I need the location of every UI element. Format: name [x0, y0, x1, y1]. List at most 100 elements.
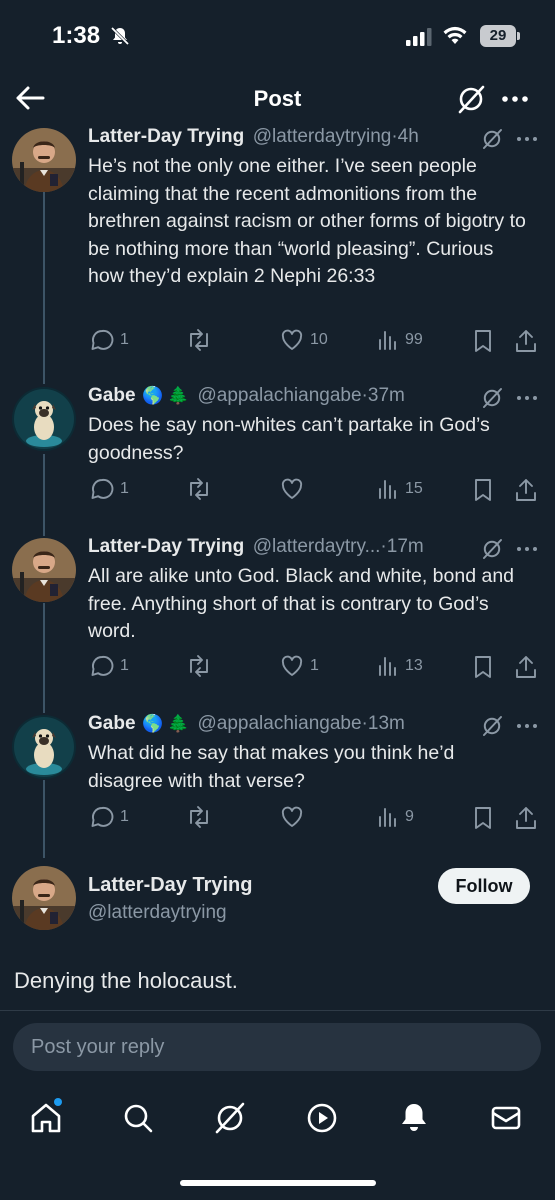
share-icon[interactable] [514, 805, 538, 831]
avatar[interactable] [12, 866, 76, 930]
reply-button[interactable]: 1 [90, 328, 129, 352]
post-text: He’s not the only one either. I’ve seen … [88, 155, 526, 287]
reply-count: 1 [120, 480, 129, 497]
grok-icon[interactable] [456, 84, 486, 114]
views-button[interactable]: 15 [377, 477, 423, 501]
wifi-icon [443, 26, 467, 44]
views-button[interactable]: 9 [377, 805, 414, 829]
bookmark-icon[interactable] [472, 477, 494, 503]
follow-button[interactable]: Follow [438, 868, 530, 904]
author-handle: @latterdaytrying [88, 902, 227, 923]
cellular-signal-icon [406, 28, 432, 46]
search-icon [124, 1104, 153, 1133]
reply-icon [91, 655, 114, 676]
tab-search[interactable] [120, 1100, 156, 1136]
new-content-dot [54, 1098, 62, 1106]
post-header: Gabe 🌎 🌲 @appalachiangabe·13m [88, 713, 405, 734]
post-time: 13m [367, 713, 405, 734]
bell-off-icon [110, 26, 130, 46]
repost-button[interactable] [186, 654, 212, 678]
author-handle: @appalachiangabe [197, 713, 362, 734]
top-nav-bar: Post [0, 72, 555, 124]
author-name[interactable]: Latter-Day Trying [88, 874, 252, 897]
battery-indicator: 29 [480, 25, 520, 47]
share-icon[interactable] [514, 477, 538, 503]
like-button[interactable] [280, 805, 304, 829]
post-time: 4h [397, 126, 419, 147]
avatar-dog-icon [12, 387, 76, 451]
share-icon[interactable] [514, 654, 538, 680]
reply-button[interactable]: 1 [90, 477, 129, 501]
avatar[interactable] [12, 715, 76, 779]
more-options-icon[interactable] [515, 715, 539, 737]
grok-icon[interactable] [481, 538, 503, 560]
post-text: All are alike unto God. Black and white,… [88, 565, 515, 642]
avatar-portrait-icon [12, 866, 76, 930]
author-handle: @appalachiangabe [197, 385, 362, 406]
author-name[interactable]: Gabe [88, 713, 136, 734]
post-actions: 1 1 13 [0, 654, 555, 682]
avatar[interactable] [12, 128, 76, 192]
more-options-icon[interactable] [515, 538, 539, 560]
reply-count: 1 [120, 331, 129, 348]
views-button[interactable]: 99 [377, 328, 423, 352]
reply-bar: Post your reply [0, 1010, 555, 1092]
views-icon [379, 808, 396, 827]
post-text: What did he say that makes you think he’… [88, 742, 455, 792]
views-count: 9 [405, 808, 414, 825]
repost-icon [190, 329, 208, 351]
tab-video[interactable] [304, 1100, 340, 1136]
more-options-icon[interactable] [500, 84, 530, 114]
post-header: Latter-Day Trying @latterdaytrying·4h [88, 126, 419, 147]
author-name[interactable]: Latter-Day Trying [88, 126, 244, 147]
home-indicator [180, 1180, 376, 1186]
post-actions: 1 9 [0, 805, 555, 833]
reply-button[interactable]: 1 [90, 805, 129, 829]
avatar-portrait-icon [12, 128, 76, 192]
bookmark-icon[interactable] [472, 328, 494, 354]
post-time: 37m [367, 385, 405, 406]
author-name[interactable]: Gabe [88, 385, 136, 406]
more-options-icon[interactable] [515, 128, 539, 150]
grok-icon[interactable] [481, 128, 503, 150]
avatar[interactable] [12, 387, 76, 451]
more-options-icon[interactable] [515, 387, 539, 409]
reply-button[interactable]: 1 [90, 654, 129, 678]
author-name[interactable]: Latter-Day Trying [88, 536, 244, 557]
tab-notifications[interactable] [396, 1100, 432, 1136]
tab-grok[interactable] [212, 1100, 248, 1136]
like-button[interactable] [280, 477, 304, 501]
avatar-dog-icon [12, 715, 76, 779]
views-icon [379, 331, 396, 350]
reply-input[interactable]: Post your reply [13, 1023, 541, 1071]
bookmark-icon[interactable] [472, 654, 494, 680]
avatar[interactable] [12, 538, 76, 602]
views-button[interactable]: 13 [377, 654, 423, 678]
like-button[interactable]: 1 [280, 654, 319, 678]
post-header: Latter-Day Trying @latterdaytry...·17m [88, 536, 424, 557]
grok-icon[interactable] [481, 387, 503, 409]
views-icon [379, 480, 396, 499]
like-button[interactable]: 10 [280, 328, 328, 352]
reply-icon [91, 329, 114, 350]
heart-icon [281, 329, 303, 350]
reply-count: 1 [120, 657, 129, 674]
like-count: 10 [310, 331, 328, 348]
repost-button[interactable] [186, 805, 212, 829]
reply-count: 1 [120, 808, 129, 825]
repost-icon [190, 806, 208, 828]
views-icon [379, 657, 396, 676]
notifications-icon [402, 1104, 426, 1131]
repost-button[interactable] [186, 477, 212, 501]
bookmark-icon[interactable] [472, 805, 494, 831]
tab-messages[interactable] [488, 1100, 524, 1136]
repost-button[interactable] [186, 328, 212, 352]
grok-icon[interactable] [481, 715, 503, 737]
author-handle: @latterdaytry... [252, 536, 381, 557]
repost-icon [190, 478, 208, 500]
like-count: 1 [310, 657, 319, 674]
tab-home[interactable] [28, 1098, 64, 1136]
author-emoji: 🌎 🌲 [141, 714, 190, 733]
share-icon[interactable] [514, 328, 538, 354]
grok-icon [215, 1102, 245, 1134]
